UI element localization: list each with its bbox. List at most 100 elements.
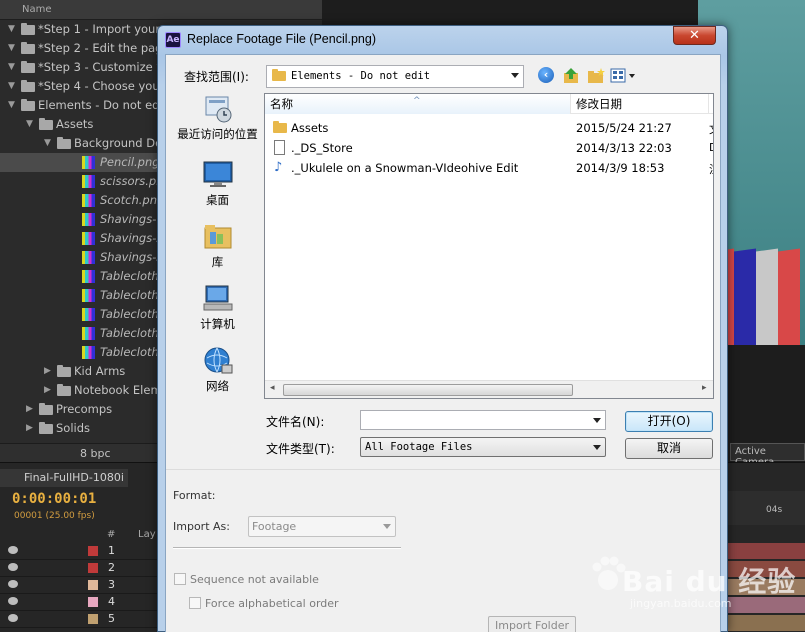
- format-label: Format:: [173, 489, 216, 502]
- back-button[interactable]: ‹: [538, 67, 558, 85]
- layer-bar[interactable]: [725, 579, 805, 595]
- layer-label-color[interactable]: [88, 563, 98, 573]
- place-network[interactable]: 网络: [171, 346, 264, 406]
- collapse-arrow-icon[interactable]: ▼: [8, 96, 15, 115]
- place-recent-places[interactable]: 最近访问的位置: [171, 94, 264, 154]
- filetype-dropdown[interactable]: All Footage Files: [360, 437, 606, 457]
- alphabetical-order-checkbox[interactable]: [189, 597, 201, 609]
- type-column-header[interactable]: [709, 94, 713, 114]
- filename-field[interactable]: [360, 410, 606, 430]
- footage-thumbnail-icon: [82, 156, 95, 169]
- expand-arrow-icon[interactable]: ▶: [44, 362, 51, 381]
- layer-label-color[interactable]: [88, 580, 98, 590]
- scroll-left-icon[interactable]: ◂: [270, 383, 275, 393]
- footage-thumbnail-icon: [82, 289, 95, 302]
- expand-arrow-icon[interactable]: ▶: [26, 400, 33, 419]
- import-as-dropdown[interactable]: Footage: [248, 516, 396, 537]
- dialog-titlebar[interactable]: Ae Replace Footage File (Pencil.png) ✕: [158, 26, 727, 54]
- footage-thumbnail-icon: [82, 270, 95, 283]
- visibility-eye-icon[interactable]: [8, 614, 18, 622]
- visibility-eye-icon[interactable]: [8, 580, 18, 588]
- bit-depth-button[interactable]: 8 bpc: [80, 447, 111, 460]
- tree-item-label: *Step 4 - Choose your: [38, 79, 165, 93]
- layer-number-column: #: [107, 529, 116, 540]
- visibility-eye-icon[interactable]: [8, 546, 18, 554]
- computer-icon: [202, 284, 234, 314]
- expand-arrow-icon[interactable]: ▶: [44, 381, 51, 400]
- file-name: ._Ukulele on a Snowman-VIdeohive Edit: [291, 161, 519, 175]
- tree-item-label: *Step 3 - Customize yo: [38, 60, 171, 74]
- scroll-right-icon[interactable]: ▸: [702, 383, 707, 393]
- folder-icon: [39, 403, 53, 415]
- expand-arrow-icon[interactable]: ▶: [26, 419, 33, 438]
- layer-label-color[interactable]: [88, 597, 98, 607]
- name-column-header[interactable]: 名称 ^: [265, 94, 571, 114]
- layer-bar[interactable]: [725, 615, 805, 631]
- layer-number: 1: [108, 544, 115, 557]
- place-computer[interactable]: 计算机: [171, 284, 264, 344]
- tree-item-label: Background Des: [74, 136, 169, 150]
- import-folder-button[interactable]: Import Folder: [488, 616, 576, 632]
- layer-number: 3: [108, 578, 115, 591]
- look-in-dropdown[interactable]: Elements - Do not edit: [266, 65, 524, 88]
- layer-bar[interactable]: [725, 597, 805, 613]
- layer-row[interactable]: 1: [0, 543, 160, 560]
- filetype-label: 文件类型(T):: [266, 442, 335, 456]
- date-column-header[interactable]: 修改日期: [571, 94, 709, 114]
- collapse-arrow-icon[interactable]: ▼: [8, 39, 15, 58]
- desktop-icon: [202, 160, 234, 190]
- layer-label-color[interactable]: [88, 546, 98, 556]
- date-column-label: 修改日期: [576, 97, 622, 111]
- collapse-arrow-icon[interactable]: ▼: [26, 115, 33, 134]
- sequence-checkbox[interactable]: [174, 573, 186, 585]
- file-list-item[interactable]: Assets 2015/5/24 21:27 文: [265, 118, 713, 138]
- close-button[interactable]: ✕: [673, 26, 716, 45]
- after-effects-icon: Ae: [165, 32, 181, 48]
- active-camera-dropdown[interactable]: Active Camera: [730, 443, 805, 468]
- new-folder-button[interactable]: [586, 67, 606, 85]
- preview-stripe: [778, 248, 800, 345]
- file-list-item[interactable]: ♪ ._Ukulele on a Snowman-VIdeohive Edit 20…: [265, 158, 713, 178]
- footage-thumbnail-icon: [82, 308, 95, 321]
- tree-item-label: *Step 2 - Edit the page: [38, 41, 170, 55]
- sequence-label: Sequence not available: [190, 573, 319, 586]
- scrollbar-thumb[interactable]: [283, 384, 573, 396]
- layer-bar[interactable]: [725, 543, 805, 559]
- collapse-arrow-icon[interactable]: ▼: [8, 77, 15, 96]
- audio-file-icon: ♪: [274, 160, 283, 175]
- chevron-down-icon: [593, 445, 601, 450]
- file-list[interactable]: 名称 ^ 修改日期 Assets2015/5/24 21:27文._DS_Sto…: [264, 93, 714, 399]
- folder-icon: [39, 118, 53, 130]
- folder-icon: [21, 23, 35, 35]
- folder-icon: [57, 365, 71, 377]
- chevron-down-icon[interactable]: [593, 418, 601, 423]
- layer-row[interactable]: 4: [0, 594, 160, 611]
- timecode-display[interactable]: 0:00:00:01: [12, 491, 96, 507]
- view-menu-button[interactable]: [610, 67, 638, 85]
- file-type: 文: [709, 121, 713, 137]
- place-label: 库: [211, 255, 224, 269]
- folder-icon: [21, 99, 35, 111]
- layer-label-color[interactable]: [88, 614, 98, 624]
- layer-row[interactable]: 5: [0, 611, 160, 628]
- timeline-tab[interactable]: Final-FullHD-1080i: [0, 469, 128, 487]
- layer-row[interactable]: 3: [0, 577, 160, 594]
- open-button[interactable]: 打开(O): [625, 411, 713, 432]
- collapse-arrow-icon[interactable]: ▼: [8, 58, 15, 77]
- visibility-eye-icon[interactable]: [8, 563, 18, 571]
- place-libraries[interactable]: 库: [171, 222, 264, 282]
- up-one-level-button[interactable]: [562, 67, 582, 85]
- layer-row[interactable]: 2: [0, 560, 160, 577]
- place-desktop[interactable]: 桌面: [171, 160, 264, 220]
- file-list-item[interactable]: ._DS_Store 2014/3/13 22:03 D: [265, 138, 713, 158]
- import-as-label: Import As:: [173, 520, 230, 533]
- dialog-title: Replace Footage File (Pencil.png): [187, 32, 376, 46]
- collapse-arrow-icon[interactable]: ▼: [8, 20, 15, 39]
- collapse-arrow-icon[interactable]: ▼: [44, 134, 51, 153]
- visibility-eye-icon[interactable]: [8, 597, 18, 605]
- folder-icon: [21, 80, 35, 92]
- layer-bar[interactable]: [725, 561, 805, 577]
- horizontal-scrollbar[interactable]: ◂ ▸: [265, 380, 713, 398]
- column-name-label: Name: [22, 4, 52, 15]
- cancel-button[interactable]: 取消: [625, 438, 713, 459]
